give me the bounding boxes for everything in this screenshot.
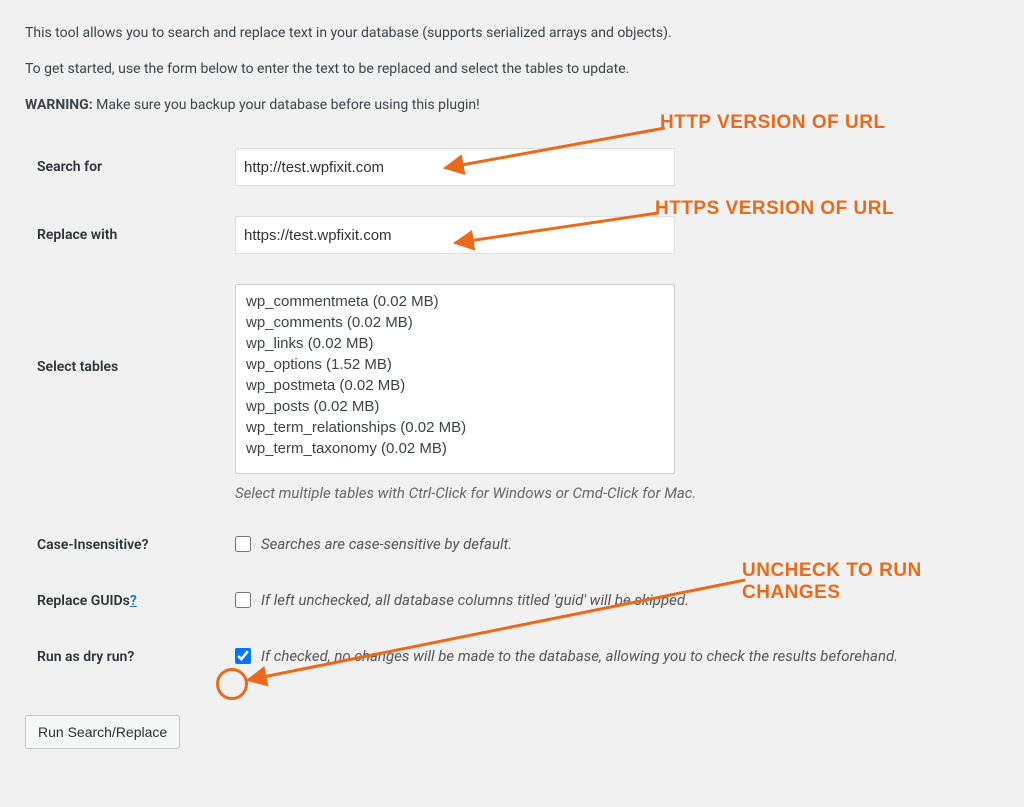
table-option[interactable]: wp_term_taxonomy (0.02 MB)	[240, 438, 670, 459]
dry-run-desc: If checked, no changes will be made to t…	[261, 647, 898, 665]
table-option[interactable]: wp_postmeta (0.02 MB)	[240, 375, 670, 396]
table-option[interactable]: wp_posts (0.02 MB)	[240, 396, 670, 417]
table-option[interactable]: wp_commentmeta (0.02 MB)	[240, 291, 670, 312]
dry-run-checkbox[interactable]	[235, 648, 251, 664]
run-search-replace-button[interactable]: Run Search/Replace	[25, 715, 180, 749]
case-insensitive-desc: Searches are case-sensitive by default.	[261, 535, 512, 553]
intro-line1: This tool allows you to search and repla…	[25, 25, 999, 41]
intro-line2: To get started, use the form below to en…	[25, 61, 999, 77]
replace-guids-label-text: Replace GUIDs	[37, 593, 130, 609]
dry-run-label: Run as dry run?	[25, 629, 225, 685]
replace-guids-label: Replace GUIDs?	[25, 573, 225, 629]
intro-warning: WARNING: Make sure you backup your datab…	[25, 97, 999, 113]
case-insensitive-label: Case-Insensitive?	[25, 517, 225, 573]
case-insensitive-checkbox[interactable]	[235, 536, 251, 552]
table-option[interactable]: wp_options (1.52 MB)	[240, 354, 670, 375]
replace-guids-help-link[interactable]: ?	[130, 593, 137, 609]
table-option[interactable]: wp_term_relationships (0.02 MB)	[240, 417, 670, 438]
table-option[interactable]: wp_comments (0.02 MB)	[240, 312, 670, 333]
select-tables-label: Select tables	[25, 269, 225, 517]
search-for-input[interactable]	[235, 148, 675, 186]
select-tables-list[interactable]: wp_commentmeta (0.02 MB)wp_comments (0.0…	[235, 284, 675, 474]
replace-guids-checkbox[interactable]	[235, 592, 251, 608]
intro-block: This tool allows you to search and repla…	[25, 25, 999, 113]
search-for-label: Search for	[25, 133, 225, 201]
settings-form: Search for Replace with Select tables wp…	[25, 133, 999, 685]
replace-with-input[interactable]	[235, 216, 675, 254]
annotation-label-http: HTTP VERSION OF URL	[660, 112, 886, 134]
select-tables-hint: Select multiple tables with Ctrl-Click f…	[235, 484, 989, 502]
submit-row: Run Search/Replace	[25, 715, 999, 749]
warning-text: Make sure you backup your database befor…	[93, 97, 480, 113]
replace-guids-desc: If left unchecked, all database columns …	[261, 591, 689, 609]
replace-with-label: Replace with	[25, 201, 225, 269]
table-option[interactable]: wp_links (0.02 MB)	[240, 333, 670, 354]
warning-label: WARNING:	[25, 97, 93, 113]
